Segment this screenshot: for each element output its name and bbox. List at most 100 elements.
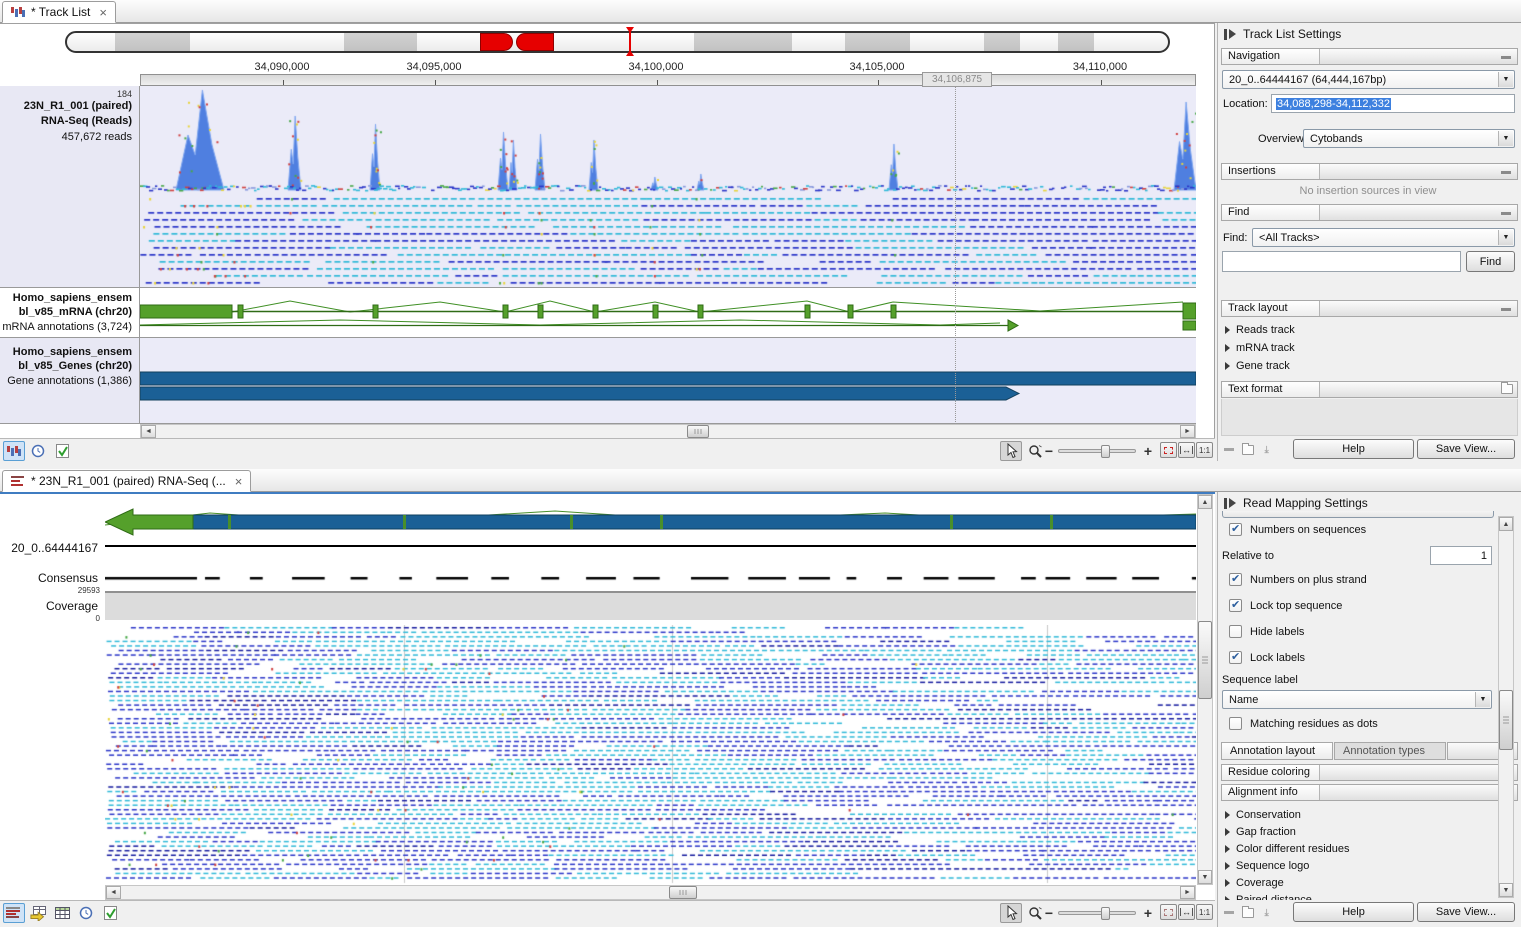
gene-track-content[interactable]: [140, 338, 1196, 423]
checkbox-icon[interactable]: [1229, 651, 1242, 664]
reads-pileup-canvas[interactable]: [105, 625, 1196, 885]
expand-icon[interactable]: [1225, 326, 1230, 334]
checkbox-matching-residues-as-dots[interactable]: Matching residues as dots: [1229, 716, 1378, 731]
residue-coloring-section-header[interactable]: Residue coloring: [1221, 764, 1518, 781]
scroll-right-icon[interactable]: ►: [1180, 425, 1195, 438]
expand-icon[interactable]: [1225, 862, 1230, 870]
read-mapping-content[interactable]: 20_0..64444167 Consensus 29593 Coverage …: [0, 494, 1196, 885]
minimize-icon[interactable]: [1224, 448, 1234, 451]
relative-to-input[interactable]: 1: [1430, 546, 1492, 565]
minimize-icon[interactable]: [1224, 911, 1234, 914]
ruler-bar[interactable]: [140, 74, 1196, 86]
expand-icon[interactable]: [1225, 828, 1230, 836]
scroll-up-icon[interactable]: ▲: [1198, 495, 1212, 509]
expand-icon[interactable]: [1225, 879, 1230, 887]
zoom-slider[interactable]: [1058, 911, 1136, 915]
checkbox-icon[interactable]: [1229, 523, 1242, 536]
annotation-bar-graphic[interactable]: [105, 505, 1196, 538]
zoom-100-button[interactable]: 1:1: [1196, 904, 1213, 920]
checkbox-icon[interactable]: [1229, 573, 1242, 586]
tree-item-mrna-track[interactable]: mRNA track: [1225, 340, 1295, 355]
tree-item-color-different-residues[interactable]: Color different residues: [1225, 841, 1350, 856]
checkbox-icon[interactable]: [1229, 717, 1242, 730]
scroll-down-icon[interactable]: ▼: [1499, 883, 1513, 897]
insertions-section-header[interactable]: Insertions: [1221, 163, 1518, 180]
find-input[interactable]: [1222, 251, 1461, 272]
dock-icon[interactable]: ⇥: [1261, 445, 1272, 453]
collapse-section-icon[interactable]: [1501, 171, 1511, 174]
fit-width-button[interactable]: ↔: [1178, 904, 1195, 920]
scroll-down-icon[interactable]: ▼: [1198, 870, 1212, 884]
close-icon[interactable]: ×: [99, 6, 107, 19]
scrollbar-thumb[interactable]: [687, 425, 709, 438]
collapse-panel-icon[interactable]: [1224, 498, 1236, 509]
report-view-button[interactable]: [99, 903, 121, 923]
find-scope-dropdown[interactable]: <All Tracks>▼: [1252, 228, 1515, 247]
history-view-button[interactable]: [75, 903, 97, 923]
mrna-track-content[interactable]: [140, 288, 1196, 337]
alignment-view-button[interactable]: [3, 903, 25, 923]
zoom-in-button[interactable]: +: [1140, 903, 1156, 923]
sequence-label-dropdown[interactable]: Name▼: [1222, 690, 1492, 709]
export-table-view-button[interactable]: [27, 903, 49, 923]
sequence-range-dropdown[interactable]: 20_0..64444167 (64,444,167bp)▼: [1222, 70, 1515, 89]
reads-track-content[interactable]: [140, 86, 1196, 287]
fit-width-button[interactable]: ↔: [1178, 442, 1195, 458]
text-format-section-header[interactable]: Text format: [1221, 381, 1518, 398]
expand-icon[interactable]: [1225, 845, 1230, 853]
reads-track-label-panel[interactable]: 184 23N_R1_001 (paired) RNA-Seq (Reads) …: [0, 86, 140, 287]
scroll-left-icon[interactable]: ◄: [106, 886, 121, 899]
history-view-button[interactable]: [27, 441, 49, 461]
pointer-tool-button[interactable]: [1000, 441, 1022, 461]
overview-dropdown[interactable]: Cytobands▼: [1303, 129, 1515, 148]
zoom-to-selection-button[interactable]: [1160, 904, 1177, 920]
checkbox-numbers-on-sequences[interactable]: Numbers on sequences: [1229, 522, 1366, 537]
gene-track-label-panel[interactable]: Homo_sapiens_ensem bl_v85_Genes (chr20) …: [0, 338, 140, 423]
report-view-button[interactable]: [51, 441, 73, 461]
track-list-view-button[interactable]: [3, 441, 25, 461]
dock-icon[interactable]: ⇥: [1261, 908, 1272, 916]
zoom-in-button[interactable]: +: [1140, 441, 1156, 461]
tree-item-gene-track[interactable]: Gene track: [1225, 358, 1290, 373]
settings-scrollbar[interactable]: ▲ ▼: [1498, 516, 1514, 898]
collapse-section-icon[interactable]: [1501, 308, 1511, 311]
zoom-slider[interactable]: [1058, 449, 1136, 453]
chromosome-ideogram[interactable]: [65, 29, 1170, 55]
mrna-track-label-panel[interactable]: Homo_sapiens_ensem bl_v85_mRNA (chr20) m…: [0, 288, 140, 337]
expand-icon[interactable]: [1225, 896, 1230, 901]
tab-annotation-layout[interactable]: Annotation layout: [1221, 742, 1333, 760]
navigation-section-header[interactable]: Navigation: [1221, 48, 1518, 65]
checkbox-lock-top-sequence[interactable]: Lock top sequence: [1229, 598, 1342, 613]
checkbox-icon[interactable]: [1229, 625, 1242, 638]
bottom-horizontal-scrollbar[interactable]: ◄ ►: [105, 885, 1196, 900]
zoom-out-button[interactable]: −: [1042, 441, 1056, 461]
help-button[interactable]: Help: [1293, 902, 1414, 922]
zoom-out-button[interactable]: −: [1042, 903, 1056, 923]
scrollbar-thumb[interactable]: [1499, 690, 1513, 750]
scrollbar-thumb[interactable]: [669, 886, 697, 899]
close-icon[interactable]: ×: [235, 475, 243, 488]
find-button[interactable]: Find: [1466, 251, 1515, 272]
help-button[interactable]: Help: [1293, 439, 1414, 459]
checkbox-lock-labels[interactable]: Lock labels: [1229, 650, 1305, 665]
folder-icon[interactable]: [1242, 445, 1254, 455]
scrollbar-thumb[interactable]: [1198, 621, 1212, 699]
track-layout-section-header[interactable]: Track layout: [1221, 300, 1518, 317]
zoom-slider-thumb[interactable]: [1101, 907, 1110, 920]
tab-track-list[interactable]: * Track List ×: [2, 1, 116, 23]
pointer-tool-button[interactable]: [1000, 903, 1022, 923]
tab-read-mapping[interactable]: * 23N_R1_001 (paired) RNA-Seq (... ×: [2, 470, 251, 492]
position-marker[interactable]: [625, 27, 635, 58]
checkbox-numbers-on-plus-strand[interactable]: Numbers on plus strand: [1229, 572, 1367, 587]
checkbox-hide-labels[interactable]: Hide labels: [1229, 624, 1304, 639]
save-view-button[interactable]: Save View...: [1417, 902, 1515, 922]
checkbox-icon[interactable]: [1229, 599, 1242, 612]
collapse-panel-icon[interactable]: [1224, 29, 1236, 40]
find-section-header[interactable]: Find: [1221, 204, 1518, 221]
save-view-button[interactable]: Save View...: [1417, 439, 1515, 459]
zoom-100-button[interactable]: 1:1: [1196, 442, 1213, 458]
scroll-up-icon[interactable]: ▲: [1499, 517, 1513, 531]
top-horizontal-scrollbar[interactable]: ◄ ►: [140, 424, 1196, 439]
folder-icon[interactable]: [1501, 384, 1513, 394]
expand-icon[interactable]: [1225, 344, 1230, 352]
